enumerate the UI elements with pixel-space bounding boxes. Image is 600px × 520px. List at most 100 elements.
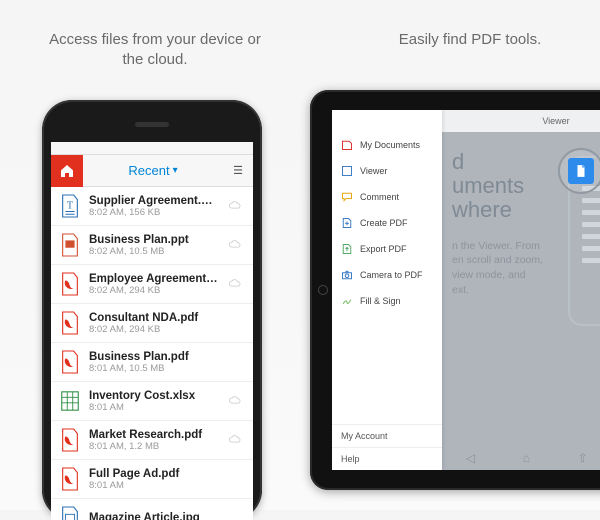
- camera-icon: [341, 269, 353, 281]
- tablet-sidebar: My Documents Viewer Comment Create PDF E…: [332, 110, 442, 470]
- sidebar-item-comment[interactable]: Comment: [332, 184, 442, 210]
- file-info: Full Page Ad.pdf 8:01 AM: [89, 468, 219, 491]
- tablet-header-title: Viewer: [542, 116, 569, 126]
- sidebar-item-viewer[interactable]: Viewer: [332, 158, 442, 184]
- tablet-hero: d uments where n the Viewer. From en scr…: [452, 150, 600, 440]
- phone-topbar: Recent ▾ ☰: [51, 155, 253, 187]
- file-name: Business Plan.ppt: [89, 234, 219, 246]
- recent-tab[interactable]: Recent ▾: [83, 163, 223, 178]
- file-meta: 8:01 AM, 10.5 MB: [89, 363, 219, 374]
- file-meta: 8:02 AM, 156 KB: [89, 207, 219, 218]
- file-type-icon: [59, 310, 81, 336]
- file-meta: 8:01 AM: [89, 402, 219, 413]
- home-icon: [59, 163, 75, 179]
- file-meta: 8:02 AM, 294 KB: [89, 324, 219, 335]
- file-type-icon: [59, 466, 81, 492]
- file-type-icon: [59, 505, 81, 520]
- file-row[interactable]: Full Page Ad.pdf 8:01 AM: [51, 460, 253, 499]
- create-pdf-icon: [341, 217, 353, 229]
- tablet-screen: My Documents Viewer Comment Create PDF E…: [332, 110, 600, 470]
- file-info: Consultant NDA.pdf 8:02 AM, 294 KB: [89, 312, 219, 335]
- file-type-icon: [59, 232, 81, 258]
- cloud-status-icon: [227, 275, 245, 293]
- caption-left: Access files from your device or the clo…: [40, 30, 270, 71]
- file-meta: 8:01 AM: [89, 480, 219, 491]
- file-name: Market Research.pdf: [89, 429, 219, 441]
- file-row[interactable]: Consultant NDA.pdf 8:02 AM, 294 KB: [51, 304, 253, 343]
- sidebar-bottom-help[interactable]: Help: [332, 447, 442, 470]
- tablet-header: Viewer Undo: [442, 110, 600, 132]
- sidebar-item-create-pdf[interactable]: Create PDF: [332, 210, 442, 236]
- file-row[interactable]: Business Plan.pdf 8:01 AM, 10.5 MB: [51, 343, 253, 382]
- file-name: Magazine Article.jpg: [89, 512, 219, 520]
- documents-icon: [341, 139, 353, 151]
- file-info: Market Research.pdf 8:01 AM, 1.2 MB: [89, 429, 219, 452]
- file-info: Business Plan.ppt 8:02 AM, 10.5 MB: [89, 234, 219, 257]
- comment-icon: [341, 191, 353, 203]
- file-type-icon: [59, 349, 81, 375]
- file-info: Business Plan.pdf 8:01 AM, 10.5 MB: [89, 351, 219, 374]
- sidebar-item-fill-sign[interactable]: Fill & Sign: [332, 288, 442, 314]
- recent-tab-label: Recent: [128, 163, 169, 178]
- phone-status-bar: [51, 142, 253, 155]
- file-row[interactable]: Market Research.pdf 8:01 AM, 1.2 MB: [51, 421, 253, 460]
- phone-speaker: [135, 122, 169, 127]
- file-type-icon: [59, 271, 81, 297]
- file-meta: 8:02 AM, 294 KB: [89, 285, 219, 296]
- viewer-icon: [341, 165, 353, 177]
- view-mode-button[interactable]: ☰: [223, 164, 253, 177]
- file-info: Magazine Article.jpg: [89, 512, 219, 520]
- sidebar-bottom-label: My Account: [341, 431, 388, 441]
- file-info: Inventory Cost.xlsx 8:01 AM: [89, 390, 219, 413]
- sidebar-item-camera-to-pdf[interactable]: Camera to PDF: [332, 262, 442, 288]
- file-name: Inventory Cost.xlsx: [89, 390, 219, 402]
- file-name: Consultant NDA.pdf: [89, 312, 219, 324]
- home-icon[interactable]: ⌂: [523, 451, 530, 465]
- file-meta: 8:02 AM, 10.5 MB: [89, 246, 219, 257]
- tablet-bottombar: ◁ ⌂ ⇧ ☐: [442, 446, 600, 470]
- phone-screen: Recent ▾ ☰ T Supplier Agreement.docx 8:0…: [51, 142, 253, 520]
- svg-text:T: T: [67, 201, 73, 212]
- document-badge-icon: [568, 158, 594, 184]
- home-button[interactable]: [51, 155, 83, 187]
- file-list[interactable]: T Supplier Agreement.docx 8:02 AM, 156 K…: [51, 187, 253, 520]
- file-row[interactable]: Employee Agreement.pdf 8:02 AM, 294 KB: [51, 265, 253, 304]
- sidebar-item-my-documents[interactable]: My Documents: [332, 132, 442, 158]
- file-type-icon: [59, 427, 81, 453]
- sidebar-item-label: Create PDF: [360, 218, 408, 228]
- file-row[interactable]: T Supplier Agreement.docx 8:02 AM, 156 K…: [51, 187, 253, 226]
- file-meta: 8:01 AM, 1.2 MB: [89, 441, 219, 452]
- phone-illustration: [550, 150, 600, 320]
- file-type-icon: [59, 388, 81, 414]
- file-name: Business Plan.pdf: [89, 351, 219, 363]
- tablet-device-frame: My Documents Viewer Comment Create PDF E…: [310, 90, 600, 490]
- list-view-icon: ☰: [233, 164, 243, 177]
- back-icon[interactable]: ◁: [466, 451, 475, 465]
- file-info: Employee Agreement.pdf 8:02 AM, 294 KB: [89, 273, 219, 296]
- tablet-main: Viewer Undo d uments where n the Viewer.…: [442, 110, 600, 470]
- sidebar-item-export-pdf[interactable]: Export PDF: [332, 236, 442, 262]
- sidebar-bottom-label: Help: [341, 454, 360, 464]
- file-name: Employee Agreement.pdf: [89, 273, 219, 285]
- file-row[interactable]: Inventory Cost.xlsx 8:01 AM: [51, 382, 253, 421]
- cloud-status-icon: [227, 431, 245, 449]
- phone-device-frame: Recent ▾ ☰ T Supplier Agreement.docx 8:0…: [42, 100, 262, 520]
- sidebar-bottom-my-account[interactable]: My Account: [332, 424, 442, 447]
- file-name: Full Page Ad.pdf: [89, 468, 219, 480]
- file-name: Supplier Agreement.docx: [89, 195, 219, 207]
- export-pdf-icon: [341, 243, 353, 255]
- sidebar-item-label: Viewer: [360, 166, 387, 176]
- file-type-icon: T: [59, 193, 81, 219]
- file-info: Supplier Agreement.docx 8:02 AM, 156 KB: [89, 195, 219, 218]
- caption-right: Easily find PDF tools.: [355, 30, 585, 50]
- file-row[interactable]: Business Plan.ppt 8:02 AM, 10.5 MB: [51, 226, 253, 265]
- sidebar-item-label: My Documents: [360, 140, 420, 150]
- tablet-home-button[interactable]: [318, 285, 328, 295]
- fill-sign-icon: [341, 295, 353, 307]
- cloud-status-icon: [227, 236, 245, 254]
- illus-doc-lines: [582, 186, 600, 270]
- cloud-status-icon: [227, 392, 245, 410]
- chevron-down-icon: ▾: [173, 165, 178, 176]
- sidebar-item-label: Export PDF: [360, 244, 407, 254]
- share-icon[interactable]: ⇧: [578, 451, 588, 465]
